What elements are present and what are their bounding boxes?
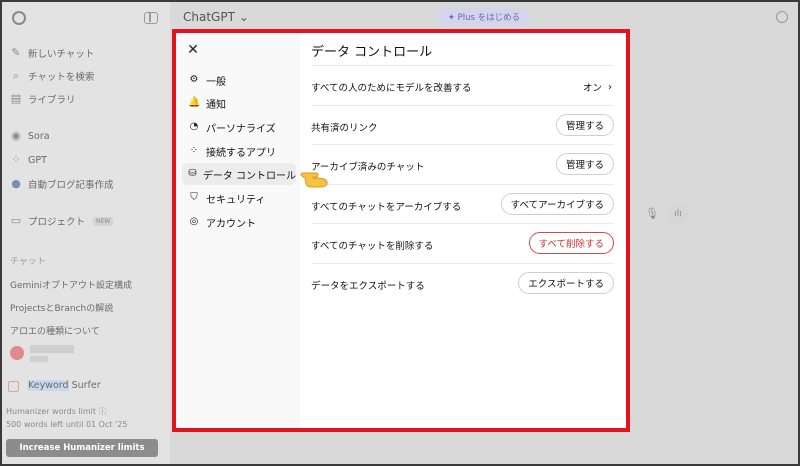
tab-label: 一般 bbox=[206, 76, 226, 88]
get-plus-button[interactable]: ✦ Plus をはじめる bbox=[438, 8, 530, 26]
account-icon: ◎ bbox=[189, 216, 199, 227]
database-icon: ⛁ bbox=[188, 168, 197, 179]
settings-nav: ✕ ⚙ 一般 🔔 通知 ◔ パーソナライズ ⁘ 接続するアプリ ⛁ データ コン… bbox=[176, 33, 300, 428]
apps-icon: ⁘ bbox=[189, 145, 199, 156]
blog-gpt-icon: ● bbox=[11, 177, 21, 190]
bell-icon: 🔔 bbox=[188, 97, 201, 108]
shield-icon: ⛉ bbox=[190, 192, 198, 203]
sidebar-item-label: プロジェクト bbox=[28, 217, 86, 228]
tab-connected-apps[interactable]: ⁘ 接続するアプリ bbox=[182, 140, 296, 162]
delete-all-button[interactable]: すべて削除する bbox=[528, 232, 614, 254]
keyword-surfer-icon bbox=[8, 381, 19, 392]
divider bbox=[311, 263, 614, 264]
sidebar-item-label: Sora bbox=[28, 130, 50, 142]
sidebar-item-label: 新しいチャット bbox=[28, 49, 95, 60]
keyword-highlight: Keyword bbox=[28, 380, 69, 391]
sidebar-item-search-chats[interactable]: ⌕ チャットを検索 bbox=[10, 67, 95, 85]
chat-item[interactable]: アロエの種類について bbox=[10, 324, 100, 337]
tab-general[interactable]: ⚙ 一般 bbox=[182, 69, 296, 91]
redacted-username bbox=[30, 345, 74, 353]
chats-heading: チャット bbox=[10, 257, 46, 267]
sidebar-item-sora[interactable]: ◉ Sora bbox=[10, 127, 50, 145]
export-data-button[interactable]: エクスポートする bbox=[518, 272, 614, 294]
archive-all-button[interactable]: すべてアーカイブする bbox=[500, 193, 614, 215]
tab-data-controls[interactable]: ⛁ データ コントロール bbox=[182, 163, 296, 185]
humanizer-limit-label: Humanizer words limit ⓘ bbox=[6, 407, 107, 416]
improve-model-setting[interactable]: オン › bbox=[582, 80, 612, 95]
library-icon: ▤ bbox=[10, 92, 22, 105]
improve-model-label: すべての人のためにモデルを改善する bbox=[311, 83, 472, 94]
sidebar-top bbox=[10, 10, 162, 28]
divider bbox=[311, 223, 614, 224]
sidebar-toggle-icon[interactable] bbox=[144, 12, 158, 24]
chat-item[interactable]: Geminiオプトアウト設定構成 bbox=[10, 278, 132, 291]
page-title: データ コントロール bbox=[311, 45, 433, 60]
export-data-label: データをエクスポートする bbox=[311, 281, 425, 292]
tab-notifications[interactable]: 🔔 通知 bbox=[182, 92, 296, 114]
tab-label: アカウント bbox=[206, 218, 256, 230]
delete-all-label: すべてのチャットを削除する bbox=[311, 241, 434, 252]
sidebar-item-label: ライブラリ bbox=[28, 95, 76, 106]
chat-item[interactable]: ProjectsとBranchの解説 bbox=[10, 301, 113, 314]
divider bbox=[311, 65, 614, 66]
tab-security[interactable]: ⛉ セキュリティ bbox=[182, 187, 296, 209]
sidebar-item-label: GPT bbox=[28, 154, 47, 166]
humanizer-words-left: 500 words left until 01 Oct '25 bbox=[6, 420, 128, 429]
search-icon: ⌕ bbox=[12, 69, 20, 82]
edit-icon: ✎ bbox=[11, 46, 21, 59]
increase-humanizer-button[interactable]: Increase Humanizer limits bbox=[6, 439, 158, 457]
voice-mode-icon[interactable]: ılı bbox=[668, 204, 688, 224]
settings-modal: ✕ ⚙ 一般 🔔 通知 ◔ パーソナライズ ⁘ 接続するアプリ ⛁ データ コン… bbox=[176, 33, 626, 428]
redacted-plan bbox=[30, 356, 48, 362]
archive-all-label: すべてのチャットをアーカイブする bbox=[311, 202, 462, 213]
divider bbox=[311, 144, 614, 145]
openai-logo-icon[interactable] bbox=[12, 11, 26, 25]
manage-shared-links-button[interactable]: 管理する bbox=[555, 114, 614, 136]
gpt-icon: ⁘ bbox=[11, 153, 21, 166]
sidebar-item-label: 自動ブログ記事作成 bbox=[28, 180, 114, 191]
sidebar-item-gpt[interactable]: ⁘ GPT bbox=[10, 151, 47, 169]
data-controls-panel: データ コントロール すべての人のためにモデルを改善する オン › 共有済のリン… bbox=[300, 33, 626, 428]
keyword-surfer-label[interactable]: Keyword Surfer bbox=[28, 380, 101, 391]
chevron-right-icon: › bbox=[608, 81, 612, 93]
model-selector[interactable]: ChatGPT ⌄ bbox=[183, 10, 249, 24]
microphone-icon[interactable]: 🎙 bbox=[645, 207, 659, 221]
close-icon[interactable]: ✕ bbox=[184, 41, 202, 59]
avatar[interactable] bbox=[10, 346, 24, 360]
divider bbox=[311, 184, 614, 185]
temporary-chat-icon[interactable] bbox=[776, 11, 788, 23]
gear-icon: ⚙ bbox=[189, 74, 199, 85]
tab-label: セキュリティ bbox=[206, 194, 266, 206]
tab-label: 通知 bbox=[206, 99, 226, 111]
sidebar-item-projects[interactable]: ▭ プロジェクト NEW bbox=[10, 212, 114, 230]
pointing-hand-icon bbox=[300, 172, 328, 188]
tab-personalization[interactable]: ◔ パーソナライズ bbox=[182, 116, 296, 138]
tab-label: パーソナライズ bbox=[206, 123, 276, 135]
sidebar-item-label: チャットを検索 bbox=[28, 72, 95, 83]
divider bbox=[311, 105, 614, 106]
shared-links-label: 共有済のリンク bbox=[311, 123, 378, 134]
manage-archived-chats-button[interactable]: 管理する bbox=[555, 153, 614, 175]
keyword-surfer-rest: Surfer bbox=[68, 380, 101, 391]
sidebar-item-new-chat[interactable]: ✎ 新しいチャット bbox=[10, 44, 94, 62]
new-badge: NEW bbox=[93, 216, 114, 226]
tab-label: 接続するアプリ bbox=[206, 147, 276, 159]
sidebar-item-blog-gpt[interactable]: ● 自動ブログ記事作成 bbox=[10, 175, 114, 193]
sidebar-item-library[interactable]: ▤ ライブラリ bbox=[10, 90, 76, 108]
improve-model-value: オン bbox=[582, 83, 602, 94]
tab-account[interactable]: ◎ アカウント bbox=[182, 211, 296, 233]
personalize-icon: ◔ bbox=[189, 121, 199, 132]
sidebar: ✎ 新しいチャット ⌕ チャットを検索 ▤ ライブラリ ◉ Sora ⁘ GPT… bbox=[2, 2, 170, 464]
sora-icon: ◉ bbox=[11, 129, 21, 142]
folder-icon: ▭ bbox=[10, 214, 22, 227]
tab-label: データ コントロール bbox=[202, 170, 296, 182]
